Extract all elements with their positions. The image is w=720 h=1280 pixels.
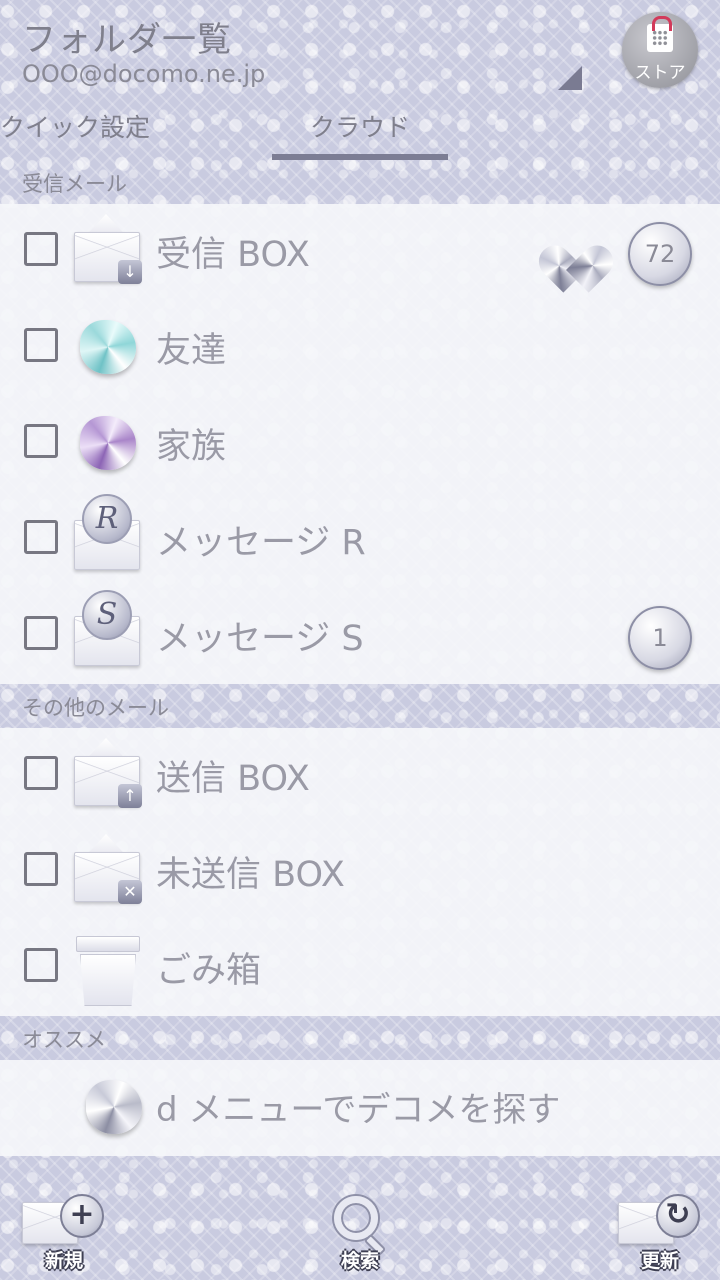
- folder-checkbox[interactable]: [24, 520, 58, 554]
- folder-label: 受信 BOX: [156, 235, 310, 275]
- recommend-link[interactable]: d メニューでデコメを探す: [156, 1082, 560, 1131]
- teal-gem-icon: [72, 310, 144, 382]
- folder-checkbox[interactable]: [24, 756, 58, 790]
- folder-row-trash[interactable]: ごみ箱: [0, 920, 720, 1016]
- bottom-toolbar: + 新規 検索 ↻ 更新: [0, 1184, 720, 1280]
- tab-bar: クイック設定 クラウド: [0, 108, 720, 162]
- folder-label: 送信 BOX: [156, 759, 310, 799]
- header: フォルダ一覧 OOO@docomo.ne.jp ストア クイック設定 クラウド: [0, 0, 720, 172]
- refresh-icon: ↻: [656, 1194, 700, 1238]
- folder-checkbox[interactable]: [24, 852, 58, 886]
- plus-icon: +: [60, 1194, 104, 1238]
- folder-row-outbox[interactable]: ↑ 送信 BOX: [0, 728, 720, 824]
- folder-checkbox[interactable]: [24, 948, 58, 982]
- inbox-envelope-icon: ↓: [72, 214, 144, 286]
- inbox-folder-list: ↓ 受信 BOX 72 友達 家族 R メッセージ R S メッセージ S 1: [0, 204, 720, 684]
- account-address[interactable]: OOO@docomo.ne.jp: [22, 60, 265, 88]
- new-label: 新規: [44, 1250, 83, 1272]
- folder-label: メッセージ S: [156, 619, 364, 659]
- section-label-other: その他のメール: [22, 696, 169, 720]
- section-label-recommend: オススメ: [22, 1028, 106, 1052]
- shopping-bag-icon: [647, 16, 673, 52]
- down-arrow-icon: ↓: [118, 260, 142, 284]
- trash-icon: [72, 930, 144, 1006]
- refresh-button[interactable]: ↻ 更新: [612, 1190, 708, 1276]
- new-mail-button[interactable]: + 新規: [16, 1190, 112, 1276]
- purple-gem-icon: [72, 406, 144, 478]
- folder-checkbox[interactable]: [24, 424, 58, 458]
- folder-label: 家族: [156, 427, 227, 467]
- unread-count-badge: 72: [628, 222, 692, 286]
- diamond-heart-icon: [532, 226, 620, 293]
- folder-checkbox[interactable]: [24, 616, 58, 650]
- section-label-inbox: 受信メール: [22, 172, 127, 196]
- unsent-envelope-icon: ✕: [72, 834, 144, 906]
- folder-row-message-s[interactable]: S メッセージ S 1: [0, 588, 720, 684]
- folder-row-friends[interactable]: 友達: [0, 300, 720, 396]
- message-r-icon: R: [72, 494, 144, 574]
- tab-quick-settings[interactable]: クイック設定: [0, 108, 170, 158]
- folder-row-family[interactable]: 家族: [0, 396, 720, 492]
- folder-checkbox[interactable]: [24, 328, 58, 362]
- tab-cloud[interactable]: クラウド: [272, 108, 448, 158]
- account-dropdown-icon[interactable]: [558, 66, 582, 90]
- store-button[interactable]: ストア: [622, 12, 698, 88]
- outbox-envelope-icon: ↑: [72, 738, 144, 810]
- folder-label: 友達: [156, 331, 227, 371]
- store-label: ストア: [634, 63, 686, 83]
- search-label: 検索: [340, 1250, 379, 1272]
- search-button[interactable]: 検索: [312, 1190, 408, 1276]
- folder-label: メッセージ R: [156, 523, 366, 563]
- other-folder-list: ↑ 送信 BOX ✕ 未送信 BOX ごみ箱: [0, 728, 720, 1016]
- refresh-label: 更新: [640, 1250, 679, 1272]
- search-icon: [334, 1196, 378, 1240]
- folder-label: 未送信 BOX: [156, 855, 345, 895]
- recommend-item[interactable]: d メニューでデコメを探す: [0, 1060, 720, 1156]
- folder-checkbox[interactable]: [24, 232, 58, 266]
- white-gem-icon: [78, 1070, 150, 1142]
- folder-label: ごみ箱: [156, 951, 262, 991]
- folder-row-message-r[interactable]: R メッセージ R: [0, 492, 720, 588]
- unread-count-badge: 1: [628, 606, 692, 670]
- message-s-icon: S: [72, 590, 144, 670]
- folder-row-unsent[interactable]: ✕ 未送信 BOX: [0, 824, 720, 920]
- folder-row-inbox[interactable]: ↓ 受信 BOX 72: [0, 204, 720, 300]
- up-arrow-icon: ↑: [118, 784, 142, 808]
- x-mark-icon: ✕: [118, 880, 142, 904]
- page-title: フォルダ一覧: [22, 20, 232, 60]
- tab-indicator: [272, 154, 448, 160]
